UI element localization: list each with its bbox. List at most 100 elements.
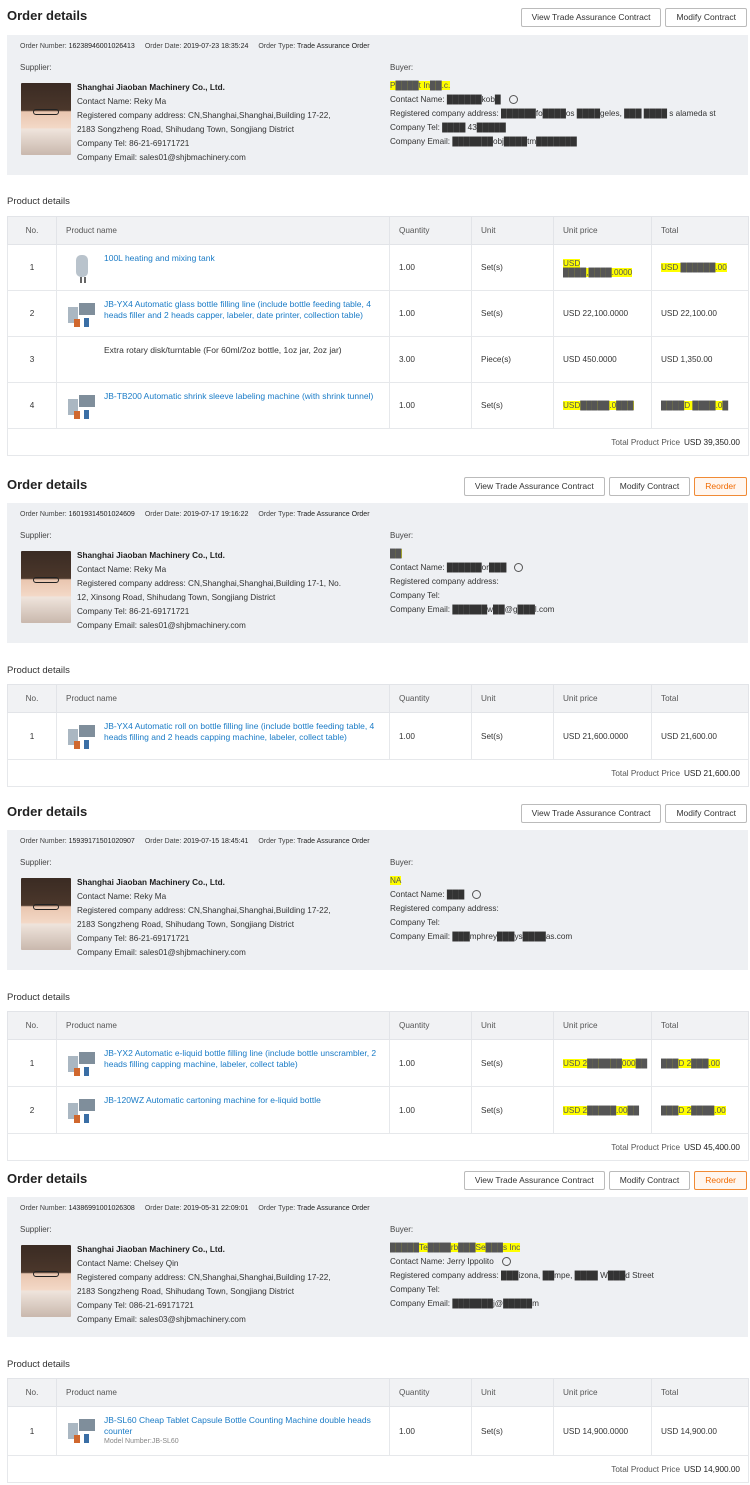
buyer-name-text: P████t In██.c. [390, 81, 451, 90]
chat-icon[interactable] [472, 890, 482, 900]
table-row: 2 JB-120WZ Automatic cartoning machine fo… [7, 1086, 749, 1134]
total-product-price: Total Product Price USD 45,400.00 [7, 1133, 749, 1161]
view-contract-button[interactable]: View Trade Assurance Contract [463, 1171, 605, 1190]
order-date: 2019-05-31 22:09:01 [183, 1205, 249, 1212]
product-name-link[interactable]: JB-YX4 Automatic glass bottle filling li… [104, 299, 385, 321]
unit-cell: Set(s) [471, 290, 554, 337]
view-contract-button[interactable]: View Trade Assurance Contract [520, 8, 662, 27]
total-cell: USD 21,600.00 [651, 712, 749, 760]
row-number: 3 [7, 336, 57, 383]
product-cell: JB-120WZ Automatic cartoning machine for… [56, 1086, 390, 1134]
order-meta: Order Number: 14386991001026308 Order Dat… [20, 1205, 370, 1212]
order-title: Order details [7, 8, 88, 23]
buyer-address: Registered company address: ███izona, ██… [390, 1271, 654, 1280]
buyer-email: Company Email: ███mphrey███ys████as.com [390, 932, 573, 941]
modify-contract-button[interactable]: Modify Contract [665, 804, 747, 823]
total-cell: ███D 2████.00 [651, 1086, 749, 1134]
chat-icon[interactable] [514, 563, 524, 573]
order-type-label: Order Type: [258, 511, 296, 518]
product-cell: JB-SL60 Cheap Tablet Capsule Bottle Coun… [56, 1406, 390, 1456]
row-number: 2 [7, 290, 57, 337]
unit-cell: Set(s) [471, 712, 554, 760]
total-product-price: Total Product Price USD 21,600.00 [7, 759, 749, 787]
supplier-label: Supplier: [20, 63, 52, 72]
supplier-label: Supplier: [20, 858, 52, 867]
product-cell: JB-TB200 Automatic shrink sleeve labelin… [56, 382, 390, 429]
product-thumbnail[interactable] [66, 1048, 98, 1078]
column-header: Unit price [553, 1011, 652, 1040]
order-date-label: Order Date: [144, 511, 182, 518]
chat-icon[interactable] [501, 1257, 511, 1267]
view-contract-button[interactable]: View Trade Assurance Contract [520, 804, 662, 823]
buyer-tel: Company Tel: ████ 43█████ [390, 123, 506, 132]
product-name-link[interactable]: JB-YX4 Automatic roll on bottle filling … [104, 721, 385, 743]
column-header: Total [651, 216, 749, 245]
product-thumbnail[interactable] [66, 391, 98, 421]
buyer-details: P████t In██.c. Contact Name: ██████kob█ Re… [390, 79, 716, 149]
buyer-email: Company Email: ██████w██@g███l.com [390, 605, 555, 614]
total-label: Total Product Price [611, 1464, 680, 1474]
supplier-email: Company Email: sales01@shjbmachinery.com [77, 621, 246, 630]
modify-contract-button[interactable]: Modify Contract [665, 8, 747, 27]
buyer-contact: Contact Name: Jerry Ippolito [390, 1257, 494, 1266]
column-header: Unit price [553, 684, 652, 713]
row-number: 2 [7, 1086, 57, 1134]
view-contract-button[interactable]: View Trade Assurance Contract [463, 477, 605, 496]
reorder-button[interactable]: Reorder [694, 477, 747, 496]
buyer-name: P████t In██.c. [390, 79, 716, 93]
table-row: 4 JB-TB200 Automatic shrink sleeve labeli… [7, 382, 749, 429]
column-header: Quantity [389, 216, 472, 245]
product-thumbnail[interactable] [66, 253, 98, 283]
chat-icon[interactable] [508, 95, 518, 105]
product-table: No. Product name Quantity Unit Unit price Tot… [7, 684, 749, 787]
product-thumbnail[interactable] [66, 1095, 98, 1125]
product-name-wrap: 100L heating and mixing tank [104, 253, 215, 264]
total-product-price: Total Product Price USD 39,350.00 [7, 428, 749, 456]
order-number-label: Order Number: [20, 511, 67, 518]
product-thumbnail[interactable] [66, 1415, 98, 1445]
supplier-address1: Registered company address: CN,Shanghai,… [77, 111, 331, 120]
order-info-panel: Order Number: 16238946001026413 Order Dat… [7, 35, 748, 175]
supplier-label: Supplier: [20, 1225, 52, 1234]
product-name-wrap: JB-SL60 Cheap Tablet Capsule Bottle Coun… [104, 1415, 385, 1447]
supplier-address2: 2183 Songzheng Road, Shihudang Town, Son… [77, 125, 294, 134]
buyer-label: Buyer: [390, 858, 414, 867]
column-header: Unit [471, 216, 554, 245]
modify-contract-button[interactable]: Modify Contract [608, 477, 691, 496]
total-amount: USD 14,900.00 [684, 1464, 740, 1474]
order-number: 14386991001026308 [68, 1205, 135, 1212]
product-cell: JB-YX4 Automatic roll on bottle filling … [56, 712, 390, 760]
row-number: 4 [7, 382, 57, 429]
total-cell: USD 1,350.00 [651, 336, 749, 383]
product-name-link[interactable]: JB-120WZ Automatic cartoning machine for… [104, 1095, 321, 1106]
column-header: Unit [471, 1011, 554, 1040]
column-header: Product name [56, 216, 390, 245]
product-name-link[interactable]: JB-SL60 Cheap Tablet Capsule Bottle Coun… [104, 1415, 385, 1437]
product-details-title: Product details [7, 665, 70, 676]
buyer-contact-row: Contact Name: ███ [390, 888, 572, 902]
product-name-wrap: JB-TB200 Automatic shrink sleeve labelin… [104, 391, 373, 402]
avatar-glasses [33, 576, 59, 583]
buyer-name: █████Te████rb███Se███s Inc [390, 1241, 654, 1255]
row-number: 1 [7, 1039, 57, 1087]
order-title: Order details [7, 1171, 88, 1186]
quantity-cell: 3.00 [389, 336, 472, 383]
modify-contract-button[interactable]: Modify Contract [608, 1171, 691, 1190]
unit-price-cell: USD 2█████.00██ [553, 1086, 652, 1134]
reorder-button[interactable]: Reorder [694, 1171, 747, 1190]
order-header: Order details View Trade Assurance Contra… [7, 8, 750, 34]
product-thumbnail[interactable] [66, 721, 98, 751]
product-name-link[interactable]: JB-YX2 Automatic e-liquid bottle filling… [104, 1048, 385, 1070]
product-name-link[interactable]: 100L heating and mixing tank [104, 253, 215, 264]
product-details-title: Product details [7, 992, 70, 1003]
avatar-glasses [33, 903, 59, 910]
table-header-row: No. Product name Quantity Unit Unit price Tot… [7, 684, 749, 713]
unit-price-value: USD 2█████.00██ [563, 1105, 640, 1115]
quantity-cell: 1.00 [389, 1406, 472, 1456]
order-meta: Order Number: 15939171501020907 Order Dat… [20, 838, 370, 845]
product-name-link[interactable]: JB-TB200 Automatic shrink sleeve labelin… [104, 391, 373, 402]
buyer-contact: Contact Name: ███ [390, 890, 465, 899]
supplier-address1: Registered company address: CN,Shanghai,… [77, 1273, 331, 1282]
product-thumbnail[interactable] [66, 299, 98, 329]
order-info-panel: Order Number: 15939171501020907 Order Dat… [7, 830, 748, 970]
